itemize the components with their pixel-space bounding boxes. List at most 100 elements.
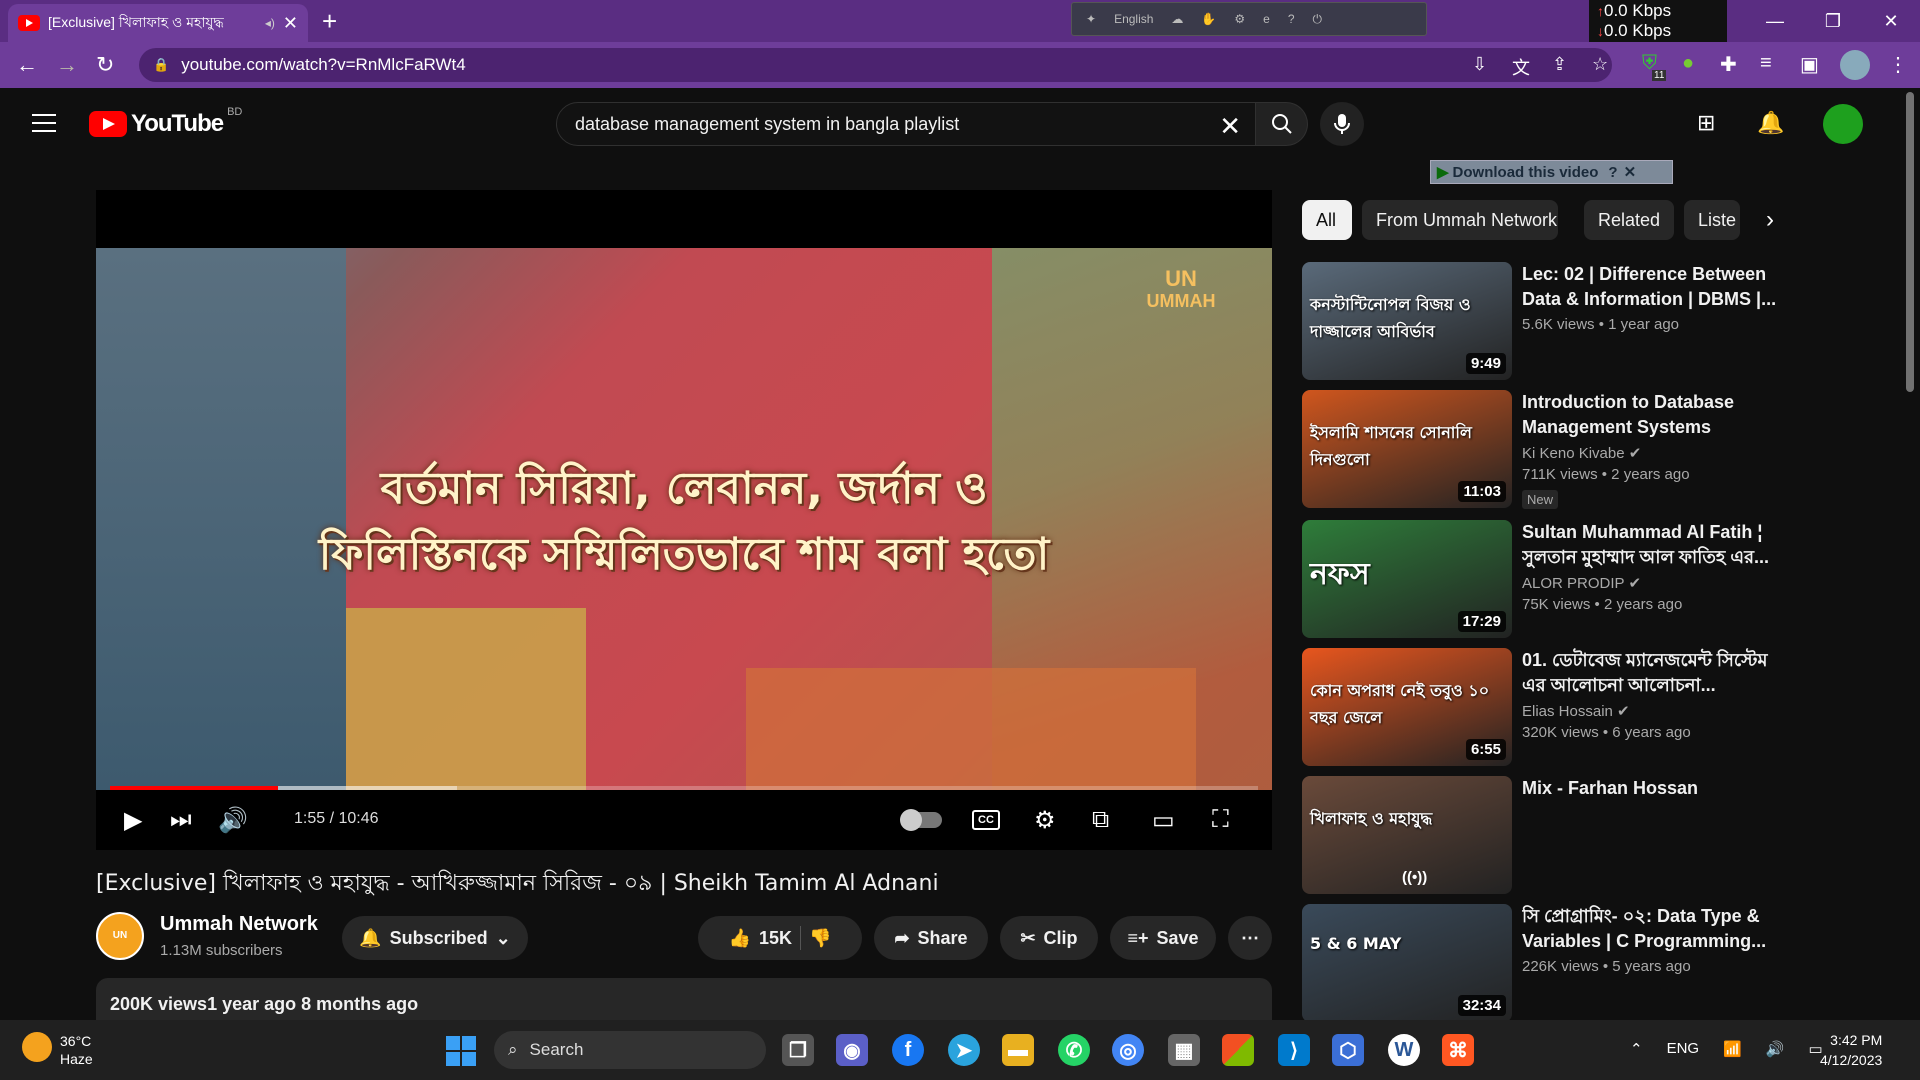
back-arrow-icon[interactable]: ← xyxy=(16,52,38,78)
video-thumbnail[interactable]: খিলাফাহ ও মহাযুদ্ধ ((•)) xyxy=(1302,776,1512,894)
more-actions-button[interactable]: ⋯ xyxy=(1228,916,1272,960)
close-tab-icon[interactable]: ✕ xyxy=(283,13,298,34)
language-indicator[interactable]: ENG xyxy=(1667,1040,1700,1058)
clip-button[interactable]: ✂ Clip xyxy=(1000,916,1098,960)
clear-search-icon[interactable]: ✕ xyxy=(1219,111,1241,142)
share-icon[interactable]: ⇪ xyxy=(1552,54,1567,75)
calculator-icon[interactable]: ▦ xyxy=(1168,1034,1200,1066)
channel-name[interactable]: Ummah Network xyxy=(160,913,318,936)
close-window-icon[interactable]: ✕ xyxy=(1862,0,1920,42)
kebab-menu-icon[interactable]: ⋮ xyxy=(1888,52,1908,77)
windows-start-icon[interactable] xyxy=(446,1036,476,1066)
microsoft-store-icon[interactable] xyxy=(1222,1034,1254,1066)
voice-search-button[interactable] xyxy=(1320,102,1364,146)
chip-all[interactable]: All xyxy=(1302,200,1352,240)
browser-tab[interactable]: [Exclusive] খিলাফাহ ও মহাযুদ্ধ ◂) ✕ xyxy=(8,4,308,42)
recommendation-item[interactable]: ইসলামি শাসনের সোনালি দিনগুলো 11:03 Introdu… xyxy=(1302,390,1902,510)
search-input[interactable]: database management system in bangla pla… xyxy=(556,102,1256,146)
address-bar[interactable]: 🔒 youtube.com/watch?v=RnMlcFaRWt4 xyxy=(139,48,1612,82)
restore-icon[interactable]: ❐ xyxy=(1804,0,1862,42)
play-icon[interactable]: ▶ xyxy=(124,806,142,835)
search-query[interactable]: database management system in bangla pla… xyxy=(575,114,959,135)
green-extension-icon[interactable]: ● xyxy=(1682,52,1694,75)
account-avatar[interactable] xyxy=(1823,104,1863,144)
video-thumbnail[interactable]: 5 & 6 MAY 32:34 xyxy=(1302,904,1512,1022)
weather-widget[interactable]: 36°C Haze xyxy=(22,1032,93,1068)
recommendation-item[interactable]: খিলাফাহ ও মহাযুদ্ধ ((•)) Mix - Farhan Hoss… xyxy=(1302,776,1902,896)
page-scrollbar[interactable] xyxy=(1906,92,1914,392)
volume-icon[interactable]: 🔊 xyxy=(218,806,248,835)
cloud-icon[interactable]: ☁ xyxy=(1171,12,1183,26)
save-button[interactable]: ≡+ Save xyxy=(1110,916,1216,960)
subscribed-button[interactable]: 🔔 Subscribed ⌄ xyxy=(342,916,528,960)
settings-gear-icon[interactable]: ⚙ xyxy=(1034,806,1056,835)
hamburger-menu-icon[interactable] xyxy=(32,114,56,132)
next-icon[interactable]: ⏭ xyxy=(170,806,192,834)
bookmark-star-icon[interactable]: ☆ xyxy=(1592,54,1608,75)
whatsapp-icon[interactable]: ✆ xyxy=(1058,1034,1090,1066)
captions-icon[interactable]: CC xyxy=(972,810,1000,830)
recommendation-title[interactable]: সি প্রোগ্রামিং- ০২: Data Type & Variable… xyxy=(1522,904,1792,954)
taskbar-clock[interactable]: 3:42 PM 4/12/2023 xyxy=(1820,1030,1882,1070)
chevron-right-icon[interactable]: › xyxy=(1766,206,1774,234)
chrome-icon[interactable]: ◎ xyxy=(1112,1034,1144,1066)
language-label[interactable]: English xyxy=(1114,12,1153,26)
lock-icon[interactable]: 🔒 xyxy=(153,57,169,73)
download-video-bar[interactable]: ▶ Download this video ? ✕ xyxy=(1430,160,1673,184)
wifi-icon[interactable]: 📶 xyxy=(1723,1040,1742,1058)
recommendation-title[interactable]: Sultan Muhammad Al Fatih ¦ সুলতান মুহাম্… xyxy=(1522,520,1792,570)
virtualbox-icon[interactable]: ⬡ xyxy=(1332,1034,1364,1066)
video-player[interactable]: UN UMMAH বর্তমান সিরিয়া, লেবানন, জর্দান… xyxy=(96,190,1272,850)
vscode-icon[interactable]: ⟩ xyxy=(1278,1034,1310,1066)
reload-icon[interactable]: ↻ xyxy=(96,52,114,78)
recommendation-item[interactable]: নফস 17:29 Sultan Muhammad Al Fatih ¦ সুলতা… xyxy=(1302,520,1902,640)
recommendation-channel[interactable]: Elias Hossain ✔ xyxy=(1522,702,1630,720)
side-panel-icon[interactable]: ▣ xyxy=(1800,52,1819,77)
chip-from-ummah-network[interactable]: From Ummah Network xyxy=(1362,200,1558,240)
miniplayer-icon[interactable]: ⧉ xyxy=(1092,806,1109,834)
teams-icon[interactable]: ◉ xyxy=(836,1034,868,1066)
recommendation-title[interactable]: Introduction to Database Management Syst… xyxy=(1522,390,1792,440)
hand-icon[interactable]: ✋ xyxy=(1201,12,1216,26)
help-icon[interactable]: ? xyxy=(1608,164,1617,181)
install-icon[interactable]: ⇩ xyxy=(1472,54,1487,75)
translate-icon[interactable]: ✦ xyxy=(1086,12,1096,26)
chip-listen[interactable]: Liste xyxy=(1684,200,1740,240)
recommendation-channel[interactable]: ALOR PRODIP ✔ xyxy=(1522,574,1641,592)
youtube-logo[interactable]: YouTube BD xyxy=(89,106,242,138)
theater-mode-icon[interactable]: ▭ xyxy=(1152,806,1175,835)
autoplay-toggle[interactable] xyxy=(900,809,942,831)
fullscreen-icon[interactable]: ⛶ xyxy=(1212,806,1229,834)
app-icon[interactable]: ⌘ xyxy=(1442,1034,1474,1066)
new-tab-button[interactable]: + xyxy=(322,6,337,37)
thumbs-down-icon[interactable]: 👎 xyxy=(809,928,831,949)
download-label[interactable]: Download this video xyxy=(1453,164,1599,181)
create-video-icon[interactable]: ⊞ xyxy=(1697,110,1715,136)
task-view-icon[interactable]: ❐ xyxy=(782,1034,814,1066)
url-text[interactable]: youtube.com/watch?v=RnMlcFaRWt4 xyxy=(181,55,466,75)
channel-avatar[interactable]: UN xyxy=(96,912,144,960)
recommendation-title[interactable]: 01. ডেটাবেজ ম্যানেজমেন্ট সিস্টেম এর আলোচ… xyxy=(1522,648,1792,698)
recommendation-channel[interactable]: Ki Keno Kivabe ✔ xyxy=(1522,444,1641,462)
help-icon[interactable]: ? xyxy=(1288,12,1295,26)
recommendation-item[interactable]: কনস্টান্টিনোপল বিজয় ও দাজ্জালের আবির্ভা… xyxy=(1302,262,1902,382)
file-explorer-icon[interactable]: ▬ xyxy=(1002,1034,1034,1066)
media-queue-icon[interactable]: ≡ xyxy=(1760,52,1772,75)
like-button[interactable]: 👍 15K xyxy=(729,928,792,949)
gear-icon[interactable]: ⚙ xyxy=(1234,12,1245,26)
video-thumbnail[interactable]: কোন অপরাধ নেই তবুও ১০ বছর জেলে 6:55 xyxy=(1302,648,1512,766)
edge-icon[interactable]: e xyxy=(1263,12,1270,26)
video-thumbnail[interactable]: নফস 17:29 xyxy=(1302,520,1512,638)
notifications-bell-icon[interactable]: 🔔 xyxy=(1757,110,1784,136)
close-icon[interactable]: ✕ xyxy=(1624,163,1637,181)
volume-icon[interactable]: 🔊 xyxy=(1766,1040,1785,1058)
taskbar-search[interactable]: ⌕ Search xyxy=(494,1031,766,1069)
recommendation-title[interactable]: Lec: 02 | Difference Between Data & Info… xyxy=(1522,262,1792,312)
facebook-icon[interactable]: f xyxy=(892,1034,924,1066)
chip-related[interactable]: Related xyxy=(1584,200,1674,240)
translate-page-icon[interactable]: 文 xyxy=(1512,54,1530,80)
word-icon[interactable]: W xyxy=(1388,1034,1420,1066)
minimize-icon[interactable]: — xyxy=(1746,0,1804,42)
recommendation-item[interactable]: 5 & 6 MAY 32:34 সি প্রোগ্রামিং- ০২: Data T… xyxy=(1302,904,1902,1024)
puzzle-extensions-icon[interactable]: ✚ xyxy=(1720,52,1737,77)
